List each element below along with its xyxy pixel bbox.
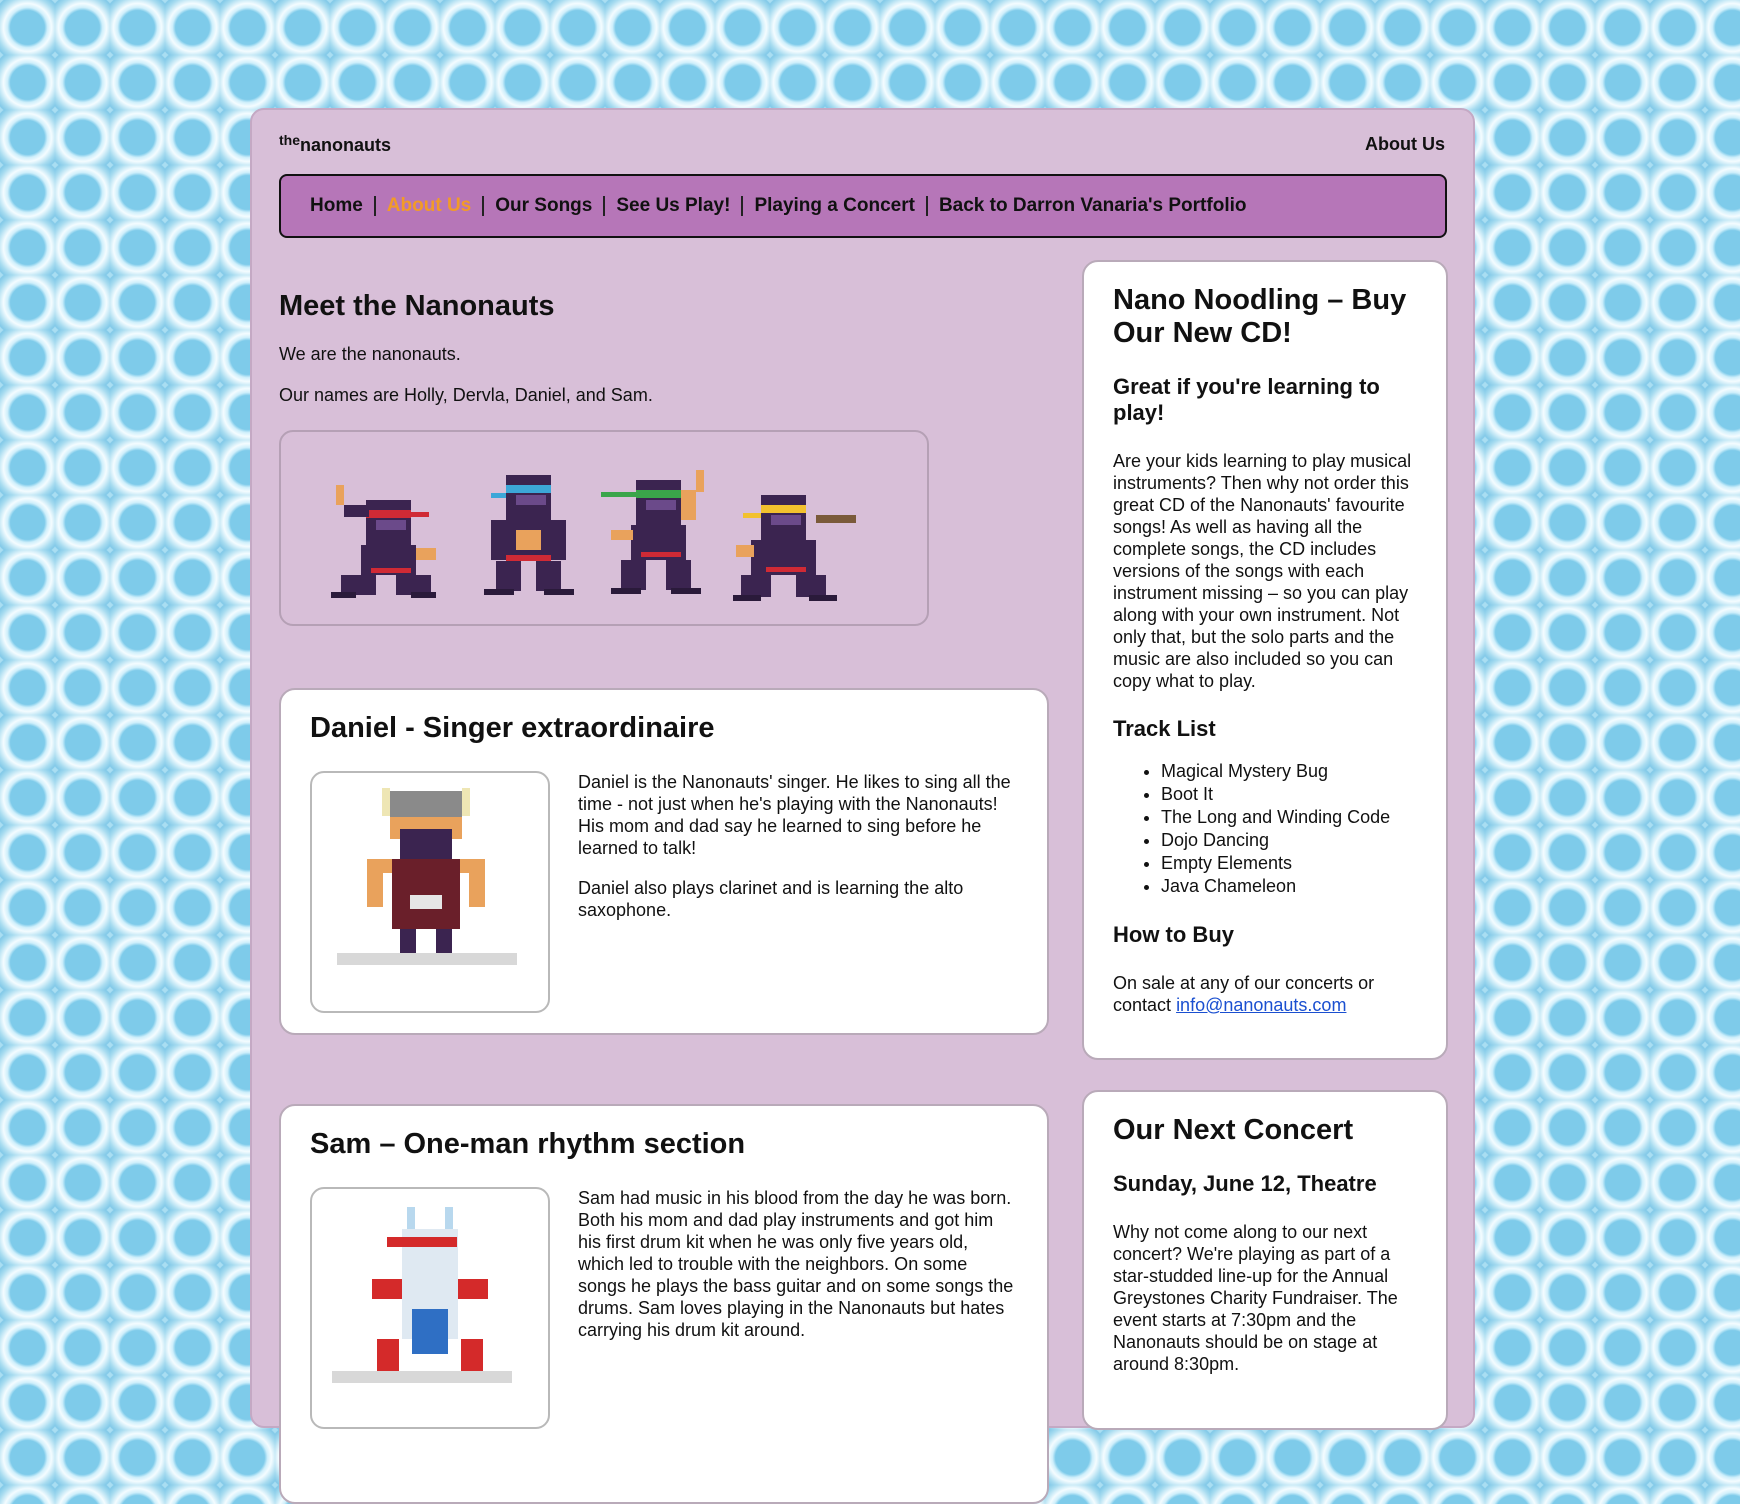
track-list-heading: Track List [1113,716,1216,741]
track-list: Magical Mystery Bug Boot It The Long and… [1113,760,1417,898]
viking-ninja-illustration [337,788,517,965]
ninja-figure-green [601,470,704,594]
member-image-daniel [310,771,550,1013]
cd-promo-box: Nano Noodling – Buy Our New CD! Great if… [1082,260,1448,1060]
member-bio: Sam had music in his blood from the day … [578,1187,1018,1359]
cd-subtitle: Great if you're learning to play! [1113,374,1380,425]
member-bio-paragraph: Daniel is the Nanonauts' singer. He like… [578,772,1011,858]
member-image-sam [310,1187,550,1429]
ninja-figure-red [331,485,436,598]
track-item: Dojo Dancing [1161,829,1417,852]
logo-main-text: nanonauts [300,135,392,155]
main-nav: Home About Us Our Songs See Us Play! Pla… [279,174,1447,238]
nav-playing-a-concert[interactable]: Playing a Concert [741,196,926,216]
nav-our-songs[interactable]: Our Songs [482,196,603,216]
logo-small-text: the [279,132,300,148]
track-item: Empty Elements [1161,852,1417,875]
nav-see-us-play[interactable]: See Us Play! [603,196,741,216]
member-heading: Sam – One-man rhythm section [310,1128,746,1160]
cd-description: Are your kids learning to play musical i… [1113,451,1412,691]
nav-home[interactable]: Home [310,196,374,216]
nav-about-us[interactable]: About Us [373,196,482,216]
page-container: thenanonauts About Us Home About Us Our … [250,108,1475,1504]
current-section-label: About Us [1365,134,1445,154]
ninja-figure-blue [484,475,574,595]
member-bio: Daniel is the Nanonauts' singer. He like… [578,771,1018,939]
armored-ninja-illustration [332,1207,512,1383]
member-card-daniel: Daniel - Singer extraordinaire Daniel is… [279,688,1049,1035]
concert-box: Our Next Concert Sunday, June 12, Theatr… [1082,1090,1448,1430]
how-to-buy-text: On sale at any of our concerts or contac… [1113,972,1417,1016]
page-title: Meet the Nanonauts [279,290,555,322]
concert-date: Sunday, June 12, Theatre [1113,1171,1377,1196]
how-to-buy-heading: How to Buy [1113,922,1234,947]
track-item: Boot It [1161,783,1417,806]
ninja-band-illustration [331,470,856,601]
names-text: Our names are Holly, Dervla, Daniel, and… [279,385,653,405]
band-image [279,430,929,626]
cd-title: Nano Noodling – Buy Our New CD! [1113,284,1407,349]
nav-portfolio[interactable]: Back to Darron Vanaria's Portfolio [925,196,1258,216]
intro-text: We are the nanonauts. [279,344,461,364]
email-link[interactable]: info@nanonauts.com [1176,995,1346,1015]
site-logo[interactable]: thenanonauts [279,132,391,156]
track-item: Java Chameleon [1161,875,1417,898]
track-item: The Long and Winding Code [1161,806,1417,829]
member-card-sam: Sam – One-man rhythm section Sam had mus… [279,1104,1049,1504]
member-bio-paragraph: Sam had music in his blood from the day … [578,1188,1014,1340]
member-bio-paragraph: Daniel also plays clarinet and is learni… [578,878,964,920]
member-heading: Daniel - Singer extraordinaire [310,712,715,744]
track-item: Magical Mystery Bug [1161,760,1417,783]
concert-title: Our Next Concert [1113,1114,1354,1146]
concert-description: Why not come along to our next concert? … [1113,1222,1398,1374]
ninja-figure-yellow [733,495,856,601]
